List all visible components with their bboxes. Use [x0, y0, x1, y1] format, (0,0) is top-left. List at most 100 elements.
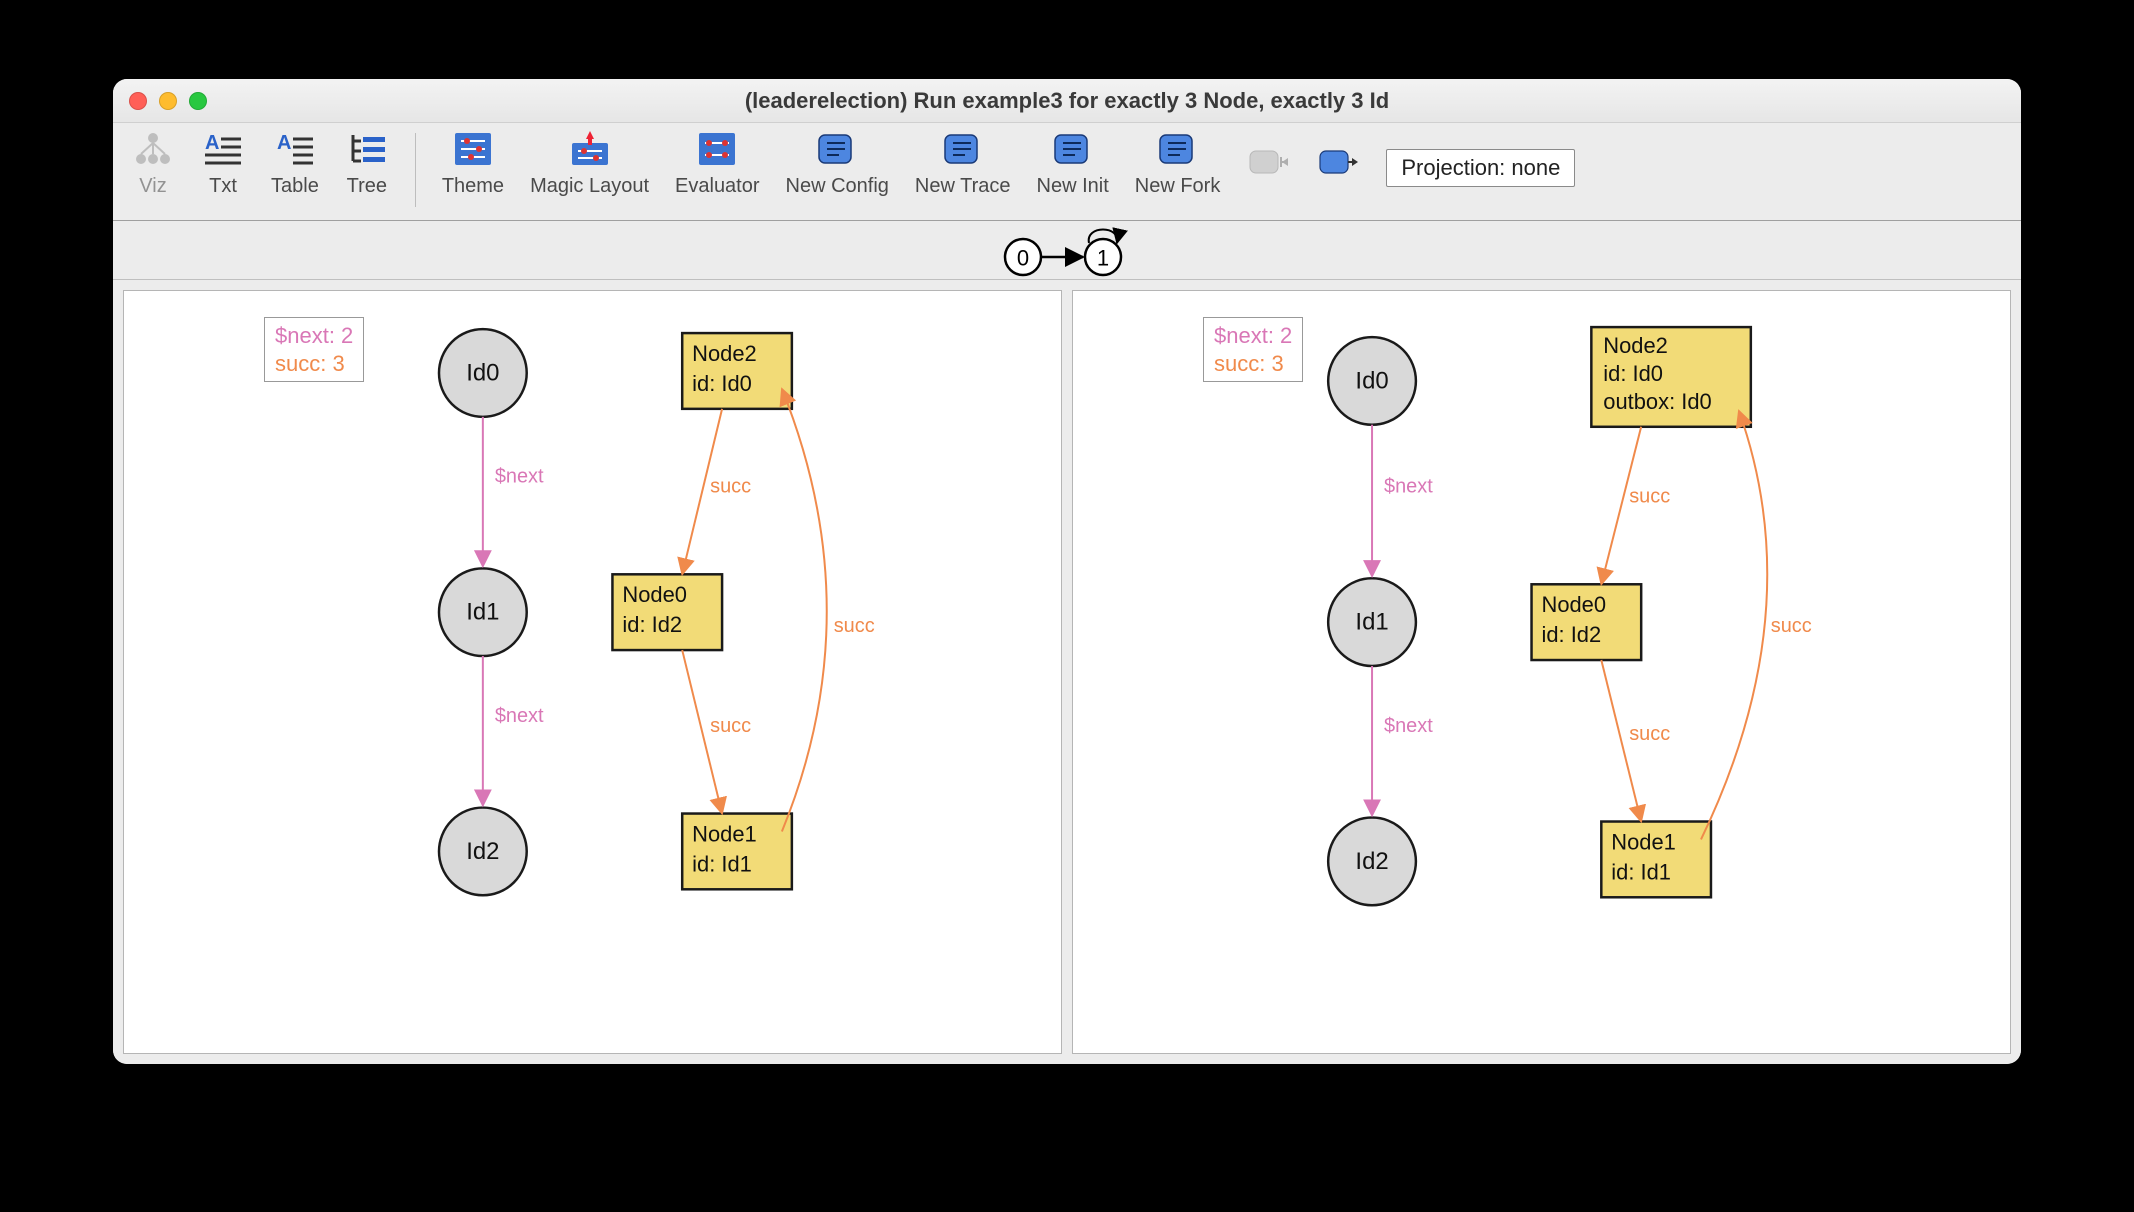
node-box-1[interactable]: Node0 id: Id2	[1532, 584, 1642, 660]
table-button[interactable]: A Table	[265, 129, 325, 198]
evaluator-label: Evaluator	[675, 175, 760, 198]
viz-panels: $next: 2 succ: 3 Id0 Id1 Id2 $next $nex	[113, 279, 2021, 1064]
svg-text:id: Id0: id: Id0	[1603, 361, 1663, 386]
window-title: (leaderelection) Run example3 for exactl…	[113, 88, 2021, 114]
node-box-2[interactable]: Node1 id: Id1	[682, 814, 792, 890]
txt-button[interactable]: A Txt	[195, 129, 251, 198]
state-0-panel[interactable]: $next: 2 succ: 3 Id0 Id1 Id2 $next $nex	[123, 290, 1062, 1054]
legend-succ: succ: 3	[1214, 350, 1292, 378]
id-node-2[interactable]: Id2	[1328, 818, 1416, 906]
new-init-label: New Init	[1037, 175, 1109, 198]
evaluator-button[interactable]: Evaluator	[669, 129, 766, 198]
theme-button[interactable]: Theme	[436, 129, 510, 198]
close-icon[interactable]	[129, 92, 147, 110]
svg-text:Id2: Id2	[1355, 848, 1388, 875]
new-fork-button[interactable]: New Fork	[1129, 129, 1227, 198]
edge-next-0-label: $next	[1384, 476, 1433, 498]
graph-svg-1: Id0 Id1 Id2 $next $next Node2 id: Id0 ou…	[1073, 291, 2010, 1053]
svg-text:Node1: Node1	[692, 821, 757, 846]
tree-label: Tree	[347, 175, 387, 198]
zoom-icon[interactable]	[189, 92, 207, 110]
edge-succ-2	[1701, 411, 1767, 840]
prev-state-button[interactable]	[1240, 129, 1296, 201]
svg-text:Node0: Node0	[622, 582, 687, 607]
viz-label: Viz	[139, 175, 166, 198]
svg-text:outbox: Id0: outbox: Id0	[1603, 389, 1711, 414]
toolbar-separator	[415, 133, 416, 207]
tree-button[interactable]: Tree	[339, 129, 395, 198]
traffic-lights	[113, 92, 207, 110]
id-node-1[interactable]: Id1	[439, 568, 527, 656]
id-node-0[interactable]: Id0	[1328, 337, 1416, 425]
minimize-icon[interactable]	[159, 92, 177, 110]
trace-state-1-label: 1	[1097, 246, 1109, 271]
legend-box: $next: 2 succ: 3	[264, 317, 364, 382]
id-node-0[interactable]: Id0	[439, 329, 527, 417]
projection-selector[interactable]: Projection: none	[1386, 149, 1575, 187]
trace-svg: 0 1	[987, 223, 1147, 277]
magic-layout-button[interactable]: Magic Layout	[524, 129, 655, 198]
scroll-icon	[1053, 131, 1093, 167]
svg-text:Node2: Node2	[1603, 333, 1668, 358]
magic-layout-icon	[570, 131, 610, 167]
svg-text:A: A	[205, 132, 219, 154]
node-box-1[interactable]: Node0 id: Id2	[612, 574, 722, 650]
new-config-label: New Config	[786, 175, 889, 198]
graph-svg-0: Id0 Id1 Id2 $next $next Node2 id: Id0	[124, 291, 1061, 1053]
edge-next-0-label: $next	[495, 466, 544, 488]
titlebar: (leaderelection) Run example3 for exactl…	[113, 79, 2021, 123]
edge-succ-2	[782, 389, 827, 832]
svg-text:A: A	[277, 132, 291, 154]
scroll-icon	[817, 131, 857, 167]
node-box-0[interactable]: Node2 id: Id0	[682, 333, 792, 409]
viz-button[interactable]: Viz	[125, 129, 181, 198]
hierarchy-icon	[133, 131, 173, 167]
id-node-1[interactable]: Id1	[1328, 578, 1416, 666]
svg-text:Node1: Node1	[1611, 829, 1676, 854]
next-state-button[interactable]	[1310, 129, 1366, 201]
new-init-button[interactable]: New Init	[1031, 129, 1115, 198]
scroll-icon	[1158, 131, 1198, 167]
projection-label: Projection: none	[1401, 155, 1560, 181]
id-node-2[interactable]: Id2	[439, 808, 527, 896]
txt-label: Txt	[209, 175, 237, 198]
svg-text:Node2: Node2	[692, 341, 757, 366]
svg-text:id: Id0: id: Id0	[692, 371, 752, 396]
text-lines-icon: A	[203, 131, 243, 167]
toolbar: Viz A Txt A Table Tree	[113, 123, 2021, 221]
node-box-2[interactable]: Node1 id: Id1	[1601, 822, 1711, 898]
svg-text:id: Id1: id: Id1	[692, 851, 752, 876]
state-1-panel[interactable]: $next: 2 succ: 3 Id0 Id1 Id2 $next $next	[1072, 290, 2011, 1054]
legend-succ: succ: 3	[275, 350, 353, 378]
edge-succ-2-label: succ	[834, 615, 875, 637]
table-icon: A	[275, 131, 315, 167]
svg-text:id: Id1: id: Id1	[1611, 859, 1671, 884]
new-trace-button[interactable]: New Trace	[909, 129, 1017, 198]
edge-succ-0-label: succ	[710, 476, 751, 498]
magic-layout-label: Magic Layout	[530, 175, 649, 198]
svg-text:Id0: Id0	[1355, 367, 1388, 394]
edge-succ-2-label: succ	[1771, 615, 1812, 637]
evaluator-icon	[697, 131, 737, 167]
new-trace-label: New Trace	[915, 175, 1011, 198]
edge-next-1-label: $next	[495, 705, 544, 727]
svg-text:Node0: Node0	[1542, 592, 1607, 617]
legend-next: $next: 2	[1214, 322, 1292, 350]
app-window: (leaderelection) Run example3 for exactl…	[113, 79, 2021, 1064]
svg-text:id: Id2: id: Id2	[622, 612, 682, 637]
node-box-0[interactable]: Node2 id: Id0 outbox: Id0	[1591, 327, 1750, 427]
trace-state-0-label: 0	[1017, 246, 1029, 271]
trace-graph: 0 1	[113, 221, 2021, 279]
table-label: Table	[271, 175, 319, 198]
new-config-button[interactable]: New Config	[780, 129, 895, 198]
edge-succ-0-label: succ	[1629, 486, 1670, 508]
theme-label: Theme	[442, 175, 504, 198]
svg-text:id: Id2: id: Id2	[1542, 622, 1602, 647]
go-next-icon	[1318, 147, 1358, 183]
svg-text:Id1: Id1	[1355, 609, 1388, 636]
scroll-icon	[943, 131, 983, 167]
edge-next-1-label: $next	[1384, 715, 1433, 737]
edge-succ-1-label: succ	[710, 715, 751, 737]
svg-text:Id1: Id1	[466, 599, 499, 626]
tree-list-icon	[347, 131, 387, 167]
